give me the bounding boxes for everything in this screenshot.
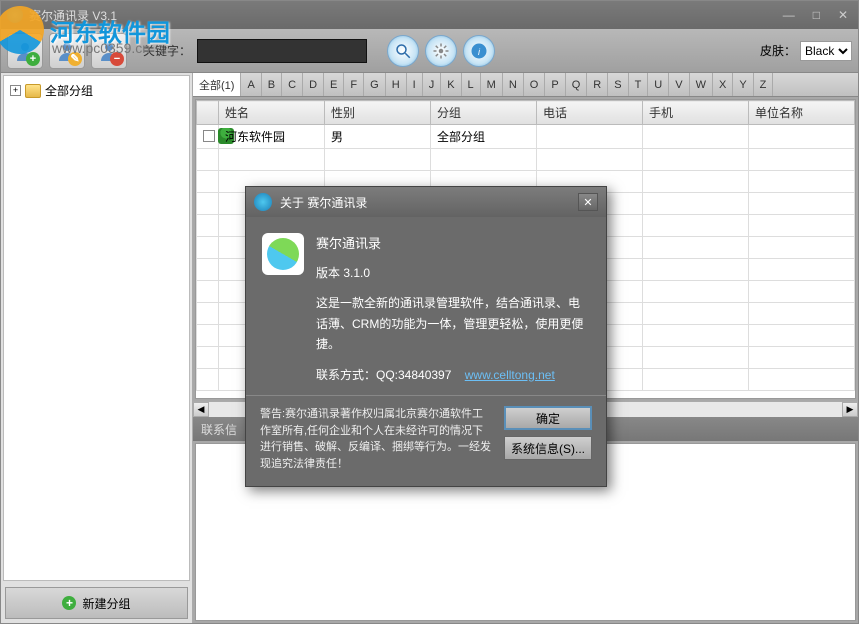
alpha-P[interactable]: P — [545, 73, 565, 96]
about-close-button[interactable]: ✕ — [578, 193, 598, 211]
column-header[interactable]: 单位名称 — [749, 101, 855, 125]
alpha-M[interactable]: M — [481, 73, 503, 96]
close-button[interactable]: ✕ — [834, 8, 852, 22]
new-group-label: 新建分组 — [82, 595, 130, 612]
alphabet-filter-bar: 全部(1) ABCDEFGHIJKLMNOPQRSTUVWXYZ — [193, 73, 858, 97]
alpha-H[interactable]: H — [386, 73, 407, 96]
about-footer: 警告:赛尔通讯录著作权归属北京赛尔通软件工作室所有,任何企业和个人在未经许可的情… — [246, 395, 606, 486]
settings-button[interactable] — [425, 35, 457, 67]
alpha-U[interactable]: U — [648, 73, 669, 96]
table-header-row: 姓名性别分组电话手机单位名称 — [197, 101, 855, 125]
alpha-G[interactable]: G — [364, 73, 386, 96]
plus-badge-icon: + — [26, 52, 40, 66]
row-checkbox[interactable] — [203, 130, 215, 142]
group-tree: + 全部分组 — [3, 75, 190, 581]
about-button[interactable]: i — [463, 35, 495, 67]
version-label: 版本 3.1.0 — [316, 263, 590, 283]
ok-button[interactable]: 确定 — [504, 406, 592, 430]
gear-icon — [432, 42, 450, 60]
alpha-Y[interactable]: Y — [733, 73, 753, 96]
cell — [537, 125, 643, 149]
delete-contact-button[interactable]: − — [91, 33, 127, 69]
edit-badge-icon: ✎ — [68, 52, 82, 66]
column-header[interactable]: 电话 — [537, 101, 643, 125]
about-app-icon — [254, 193, 272, 211]
copyright-warning: 警告:赛尔通讯录著作权归属北京赛尔通软件工作室所有,任何企业和个人在未经许可的情… — [260, 406, 494, 472]
search-icon — [394, 42, 412, 60]
alpha-W[interactable]: W — [690, 73, 713, 96]
about-logo — [262, 233, 304, 275]
alpha-E[interactable]: E — [324, 73, 344, 96]
column-header[interactable]: 姓名 — [219, 101, 325, 125]
keyword-input[interactable] — [197, 39, 367, 63]
alpha-T[interactable]: T — [629, 73, 649, 96]
skin-label: 皮肤： — [760, 42, 796, 59]
skin-select[interactable]: Black — [800, 41, 852, 61]
column-header[interactable]: 分组 — [431, 101, 537, 125]
minus-badge-icon: − — [110, 52, 124, 66]
about-body: 赛尔通讯录 版本 3.1.0 这是一款全新的通讯录管理软件，结合通讯录、电话薄、… — [246, 217, 606, 395]
alpha-J[interactable]: J — [423, 73, 442, 96]
alpha-Z[interactable]: Z — [754, 73, 774, 96]
alpha-F[interactable]: F — [344, 73, 364, 96]
alpha-K[interactable]: K — [441, 73, 461, 96]
cell — [643, 125, 749, 149]
alpha-S[interactable]: S — [608, 73, 628, 96]
system-info-button[interactable]: 系统信息(S)... — [504, 436, 592, 460]
alpha-B[interactable]: B — [262, 73, 282, 96]
column-header[interactable]: 手机 — [643, 101, 749, 125]
window-title: 赛尔通讯录 V3.1 — [29, 7, 117, 24]
about-dialog: 关于 赛尔通讯录 ✕ 赛尔通讯录 版本 3.1.0 这是一款全新的通讯录管理软件… — [245, 186, 607, 487]
minimize-button[interactable]: — — [779, 8, 799, 22]
toolbar: + ✎ − 关键字： i 皮肤： Black — [1, 29, 858, 73]
maximize-button[interactable]: □ — [809, 8, 824, 22]
table-row[interactable]: 河东软件园男全部分组 — [197, 125, 855, 149]
alpha-Q[interactable]: Q — [566, 73, 588, 96]
sidebar: + 全部分组 + 新建分组 — [1, 73, 193, 623]
alpha-I[interactable]: I — [407, 73, 423, 96]
detail-label: 联系信 — [201, 421, 237, 438]
alpha-N[interactable]: N — [503, 73, 524, 96]
about-titlebar: 关于 赛尔通讯录 ✕ — [246, 187, 606, 217]
info-icon: i — [470, 42, 488, 60]
swirl-icon — [267, 238, 299, 270]
scroll-right-icon[interactable]: ▶ — [842, 402, 858, 417]
empty-row — [197, 149, 855, 171]
alpha-D[interactable]: D — [303, 73, 324, 96]
alpha-V[interactable]: V — [669, 73, 689, 96]
titlebar: 赛尔通讯录 V3.1 — □ ✕ — [1, 1, 858, 29]
cell: 河东软件园 — [219, 125, 325, 149]
contact-label: 联系方式：QQ:34840397 — [316, 368, 451, 382]
cell: 全部分组 — [431, 125, 537, 149]
product-description: 这是一款全新的通讯录管理软件，结合通讯录、电话薄、CRM的功能为一体，管理更轻松… — [316, 293, 590, 354]
folder-icon — [25, 84, 41, 98]
alpha-all[interactable]: 全部(1) — [193, 73, 241, 96]
about-text: 赛尔通讯录 版本 3.1.0 这是一款全新的通讯录管理软件，结合通讯录、电话薄、… — [316, 233, 590, 385]
product-name: 赛尔通讯录 — [316, 233, 590, 255]
plus-icon: + — [62, 596, 76, 610]
contact-line: 联系方式：QQ:34840397 www.celltong.net — [316, 365, 590, 385]
tree-root-item[interactable]: + 全部分组 — [8, 80, 185, 101]
alpha-R[interactable]: R — [587, 73, 608, 96]
search-button[interactable] — [387, 35, 419, 67]
website-link[interactable]: www.celltong.net — [465, 368, 555, 382]
alpha-X[interactable]: X — [713, 73, 733, 96]
alpha-A[interactable]: A — [241, 73, 261, 96]
column-header[interactable]: 性别 — [325, 101, 431, 125]
cell: 男 — [325, 125, 431, 149]
keyword-label: 关键字： — [143, 42, 191, 59]
alpha-L[interactable]: L — [462, 73, 481, 96]
expand-icon[interactable]: + — [10, 85, 21, 96]
cell — [749, 125, 855, 149]
edit-contact-button[interactable]: ✎ — [49, 33, 85, 69]
checkbox-column — [197, 101, 219, 125]
scroll-left-icon[interactable]: ◀ — [193, 402, 209, 417]
about-title-text: 关于 赛尔通讯录 — [280, 194, 367, 211]
app-icon — [7, 7, 23, 23]
add-contact-button[interactable]: + — [7, 33, 43, 69]
alpha-C[interactable]: C — [282, 73, 303, 96]
alpha-O[interactable]: O — [524, 73, 546, 96]
tree-item-label: 全部分组 — [45, 82, 93, 99]
new-group-button[interactable]: + 新建分组 — [5, 587, 188, 619]
